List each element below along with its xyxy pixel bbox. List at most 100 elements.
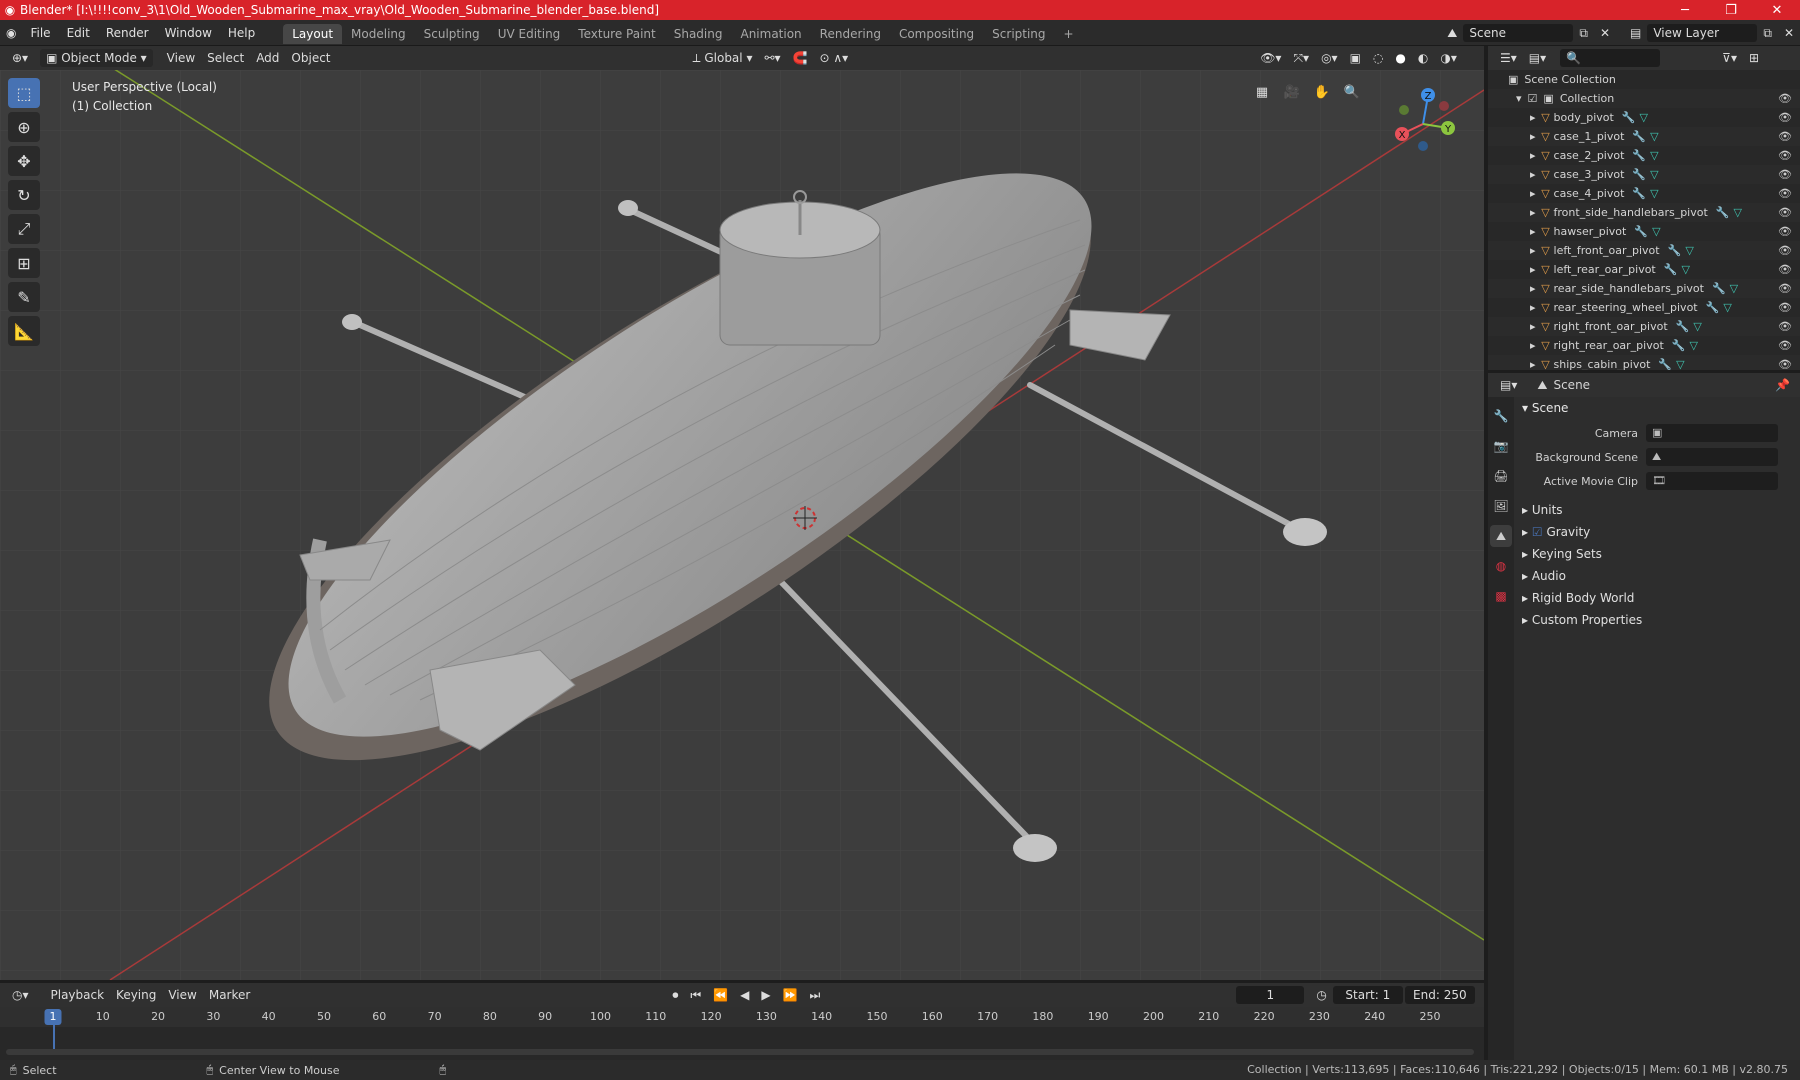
- visibility-eye-icon[interactable]: 👁: [1778, 263, 1792, 276]
- close-button[interactable]: ✕: [1754, 0, 1800, 20]
- modifier-wrench-icon[interactable]: 🔧: [1634, 225, 1648, 238]
- mesh-data-icon[interactable]: ▽: [1676, 358, 1684, 370]
- expand-arrow-icon[interactable]: ▸: [1530, 282, 1536, 295]
- expand-arrow-icon[interactable]: ▸: [1530, 320, 1536, 333]
- modifier-wrench-icon[interactable]: 🔧: [1712, 282, 1726, 295]
- measure-tool-icon[interactable]: 📐: [8, 316, 40, 346]
- world-tab-icon[interactable]: ◍: [1490, 555, 1512, 577]
- tab-rendering[interactable]: Rendering: [811, 24, 890, 44]
- mesh-data-icon[interactable]: ▽: [1650, 187, 1658, 200]
- record-icon[interactable]: ⏺: [666, 986, 684, 1004]
- modifier-wrench-icon[interactable]: 🔧: [1672, 339, 1686, 352]
- scene-icon[interactable]: ⛰: [1441, 24, 1463, 42]
- outliner-item[interactable]: ▸ ▽ rear_steering_wheel_pivot 🔧 ▽ 👁: [1488, 298, 1800, 317]
- modifier-wrench-icon[interactable]: 🔧: [1632, 149, 1646, 162]
- frame-ruler[interactable]: 1 10 20 30 40 50 60 70 80 90 100 110 120 130 140 150 160…: [0, 1007, 1484, 1027]
- visibility-eye-icon[interactable]: 👁: [1778, 149, 1792, 162]
- tab-animation[interactable]: Animation: [731, 24, 810, 44]
- mesh-data-icon[interactable]: ▽: [1650, 149, 1658, 162]
- visibility-eye-icon[interactable]: 👁: [1778, 92, 1792, 105]
- tab-shading[interactable]: Shading: [665, 24, 732, 44]
- blender-menu-icon[interactable]: ◉: [0, 20, 22, 46]
- modifier-wrench-icon[interactable]: 🔧: [1632, 168, 1646, 181]
- expand-arrow-icon[interactable]: ▸: [1530, 244, 1536, 257]
- expand-arrow-icon[interactable]: ▸: [1530, 130, 1536, 143]
- tab-uv-editing[interactable]: UV Editing: [489, 24, 570, 44]
- modifier-wrench-icon[interactable]: 🔧: [1632, 187, 1646, 200]
- maximize-button[interactable]: ❐: [1708, 0, 1754, 20]
- new-scene-icon[interactable]: ⧉: [1573, 24, 1594, 42]
- scene-tab-icon[interactable]: ⛰: [1490, 525, 1512, 547]
- visibility-eye-icon[interactable]: 👁: [1778, 111, 1792, 124]
- collection-row[interactable]: ▾ ☑ ▣ Collection 👁: [1488, 89, 1800, 108]
- rendered-shading-icon[interactable]: ◑▾: [1434, 49, 1463, 67]
- gravity-panel[interactable]: ▸ ☑ Gravity: [1514, 521, 1800, 543]
- rigid-body-world-panel[interactable]: ▸ Rigid Body World: [1514, 587, 1800, 609]
- outliner-item[interactable]: ▸ ▽ case_3_pivot 🔧 ▽ 👁: [1488, 165, 1800, 184]
- modifier-wrench-icon[interactable]: 🔧: [1706, 301, 1720, 314]
- play-reverse-icon[interactable]: ◀: [734, 986, 755, 1004]
- background-scene-field[interactable]: ⛰: [1646, 448, 1778, 466]
- menu-add[interactable]: Add: [250, 49, 285, 67]
- annotate-tool-icon[interactable]: ✎: [8, 282, 40, 312]
- expand-arrow-icon[interactable]: ▸: [1530, 339, 1536, 352]
- view-layer-tab-icon[interactable]: 🖼: [1490, 495, 1512, 517]
- expand-arrow-icon[interactable]: ▸: [1530, 301, 1536, 314]
- playback-menu[interactable]: Playback: [45, 986, 111, 1004]
- start-frame-field[interactable]: Start: 1: [1332, 986, 1403, 1004]
- jump-end-icon[interactable]: ⏭: [804, 986, 827, 1004]
- expand-arrow-icon[interactable]: ▸: [1530, 111, 1536, 124]
- outliner-item[interactable]: ▸ ▽ right_front_oar_pivot 🔧 ▽ 👁: [1488, 317, 1800, 336]
- tab-sculpting[interactable]: Sculpting: [415, 24, 489, 44]
- custom-properties-panel[interactable]: ▸ Custom Properties: [1514, 609, 1800, 631]
- modifier-wrench-icon[interactable]: 🔧: [1632, 130, 1646, 143]
- current-frame-field[interactable]: 1: [1236, 986, 1305, 1004]
- expand-arrow-icon[interactable]: ▸: [1530, 149, 1536, 162]
- scene-collection-row[interactable]: ▣ Scene Collection: [1488, 70, 1800, 89]
- view-layer-selector[interactable]: View Layer: [1647, 24, 1758, 42]
- zoom-view-icon[interactable]: 🔍: [1340, 80, 1364, 104]
- tab-scripting[interactable]: Scripting: [983, 24, 1054, 44]
- modifier-wrench-icon[interactable]: 🔧: [1622, 111, 1636, 124]
- tool-tab-icon[interactable]: 🔧: [1490, 405, 1512, 427]
- keying-menu[interactable]: Keying: [110, 986, 162, 1004]
- mesh-data-icon[interactable]: ▽: [1723, 301, 1731, 314]
- toggle-view-grid-icon[interactable]: ▦: [1250, 80, 1274, 104]
- scene-panel-header[interactable]: ▾ Scene: [1514, 397, 1800, 419]
- camera-view-icon[interactable]: 🎥: [1280, 80, 1304, 104]
- tab-layout[interactable]: Layout: [283, 24, 343, 44]
- tab-compositing[interactable]: Compositing: [890, 24, 983, 44]
- tab-texture-paint[interactable]: Texture Paint: [569, 24, 664, 44]
- visibility-eye-icon[interactable]: 👁: [1778, 130, 1792, 143]
- end-frame-field[interactable]: End: 250: [1404, 986, 1475, 1004]
- menu-view[interactable]: View: [161, 49, 201, 67]
- pan-view-icon[interactable]: ✋: [1310, 80, 1334, 104]
- render-tab-icon[interactable]: 📷: [1490, 435, 1512, 457]
- delete-scene-icon[interactable]: ✕: [1594, 24, 1616, 42]
- gizmo-toggle-icon[interactable]: ⤧▾: [1287, 49, 1315, 67]
- audio-panel[interactable]: ▸ Audio: [1514, 565, 1800, 587]
- mesh-data-icon[interactable]: ▽: [1734, 206, 1742, 219]
- outliner-item[interactable]: ▸ ▽ case_2_pivot 🔧 ▽ 👁: [1488, 146, 1800, 165]
- visibility-eye-icon[interactable]: 👁: [1778, 320, 1792, 333]
- expand-arrow-icon[interactable]: ▸: [1530, 263, 1536, 276]
- expand-arrow-icon[interactable]: ▸: [1530, 206, 1536, 219]
- visibility-eye-icon[interactable]: 👁: [1778, 244, 1792, 257]
- minimize-button[interactable]: ─: [1662, 0, 1708, 20]
- preview-range-icon[interactable]: ◷: [1310, 986, 1332, 1004]
- outliner-item[interactable]: ▸ ▽ left_rear_oar_pivot 🔧 ▽ 👁: [1488, 260, 1800, 279]
- outliner-editor-type-icon[interactable]: ☰▾: [1494, 49, 1523, 67]
- timeline-scrollbar[interactable]: [6, 1049, 1474, 1055]
- orientation-selector[interactable]: ⟂ Global ▾: [687, 49, 759, 67]
- visibility-eye-icon[interactable]: 👁: [1778, 301, 1792, 314]
- filter-icon[interactable]: ⊽▾: [1716, 49, 1743, 67]
- outliner-item[interactable]: ▸ ▽ rear_side_handlebars_pivot 🔧 ▽ 👁: [1488, 279, 1800, 298]
- keying-sets-panel[interactable]: ▸ Keying Sets: [1514, 543, 1800, 565]
- view-layer-icon[interactable]: ▤: [1624, 24, 1647, 42]
- proportional-edit-icon[interactable]: ⊙ ∧▾: [814, 49, 855, 67]
- modifier-wrench-icon[interactable]: 🔧: [1676, 320, 1690, 333]
- mesh-data-icon[interactable]: ▽: [1650, 130, 1658, 143]
- next-keyframe-icon[interactable]: ⏩: [777, 986, 804, 1004]
- expand-arrow-icon[interactable]: ▸: [1530, 225, 1536, 238]
- scale-tool-icon[interactable]: ⤢: [8, 214, 40, 244]
